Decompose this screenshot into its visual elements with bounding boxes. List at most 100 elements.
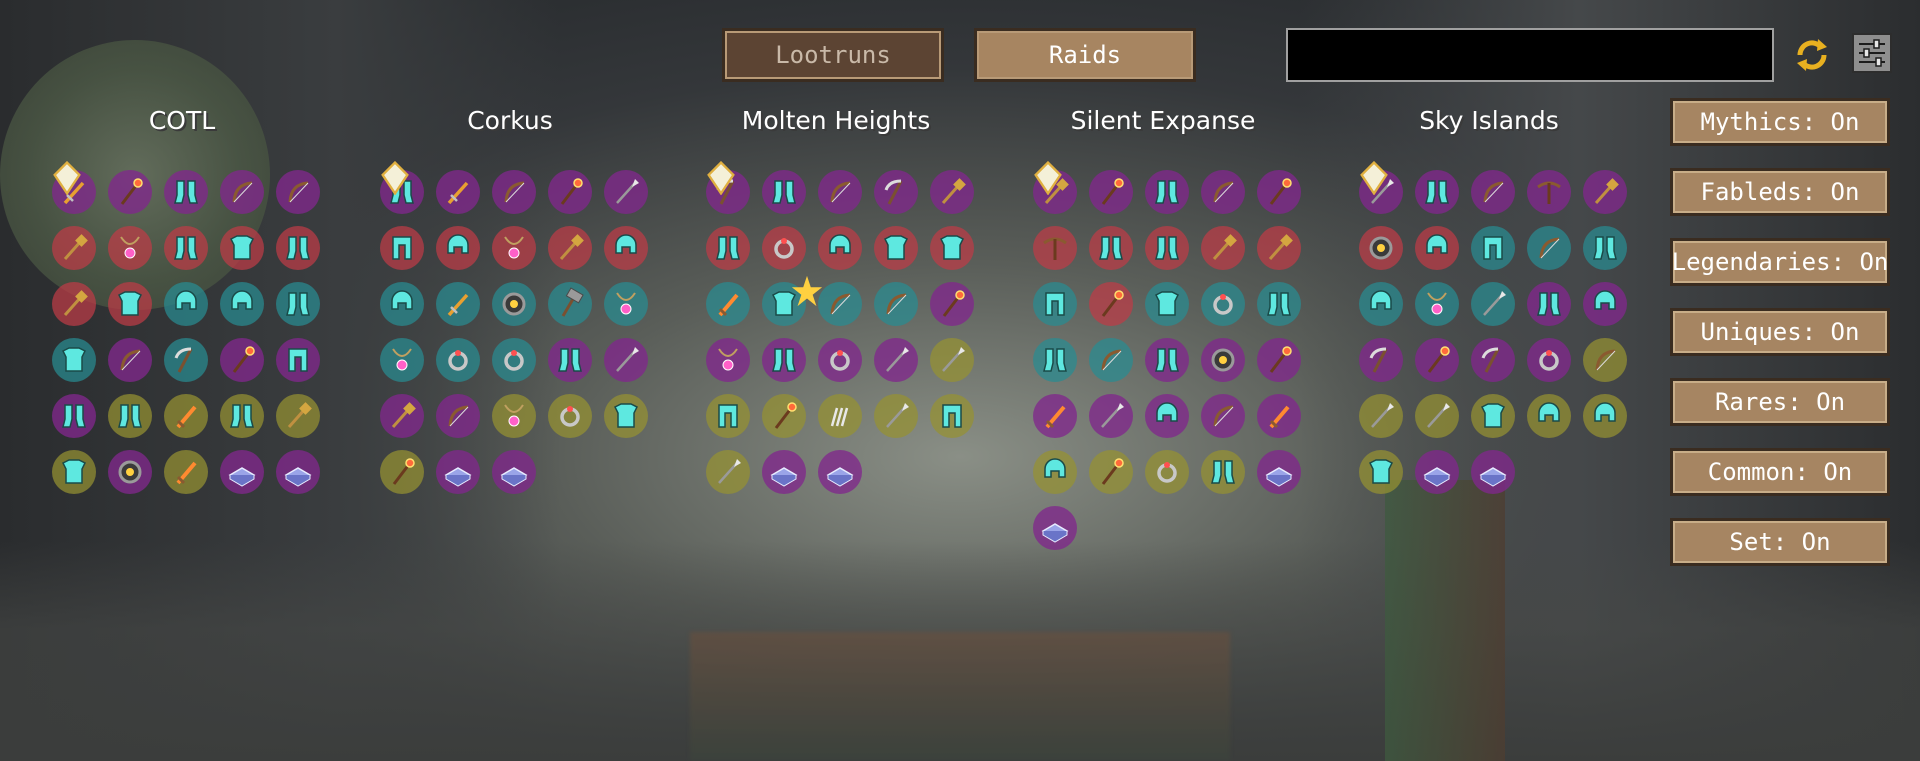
rarity-filter-toggle[interactable]: Uniques: On: [1670, 308, 1890, 356]
mythic-dagger-item[interactable]: [52, 161, 96, 214]
fabled-boots-item[interactable]: [164, 226, 208, 270]
mythic-tome-item[interactable]: [220, 450, 264, 494]
legendary-bow-item[interactable]: [874, 282, 918, 326]
fabled-boots-item[interactable]: [1089, 226, 1133, 270]
mythic-scythe-item[interactable]: [1471, 338, 1515, 382]
fabled-wand-item[interactable]: [1089, 282, 1133, 326]
mythic-tome-item[interactable]: [492, 450, 536, 494]
fabled-chestplate-item[interactable]: [220, 226, 264, 270]
legendary-ring-item[interactable]: [436, 338, 480, 382]
unique-wand-item[interactable]: [380, 450, 424, 494]
fabled-necklace-item[interactable]: [492, 226, 536, 270]
mythic-spear-item[interactable]: [604, 170, 648, 214]
unique-chestplate-item[interactable]: [1471, 394, 1515, 438]
unique-wand-item[interactable]: [762, 394, 806, 438]
mythic-tome-item[interactable]: [436, 450, 480, 494]
mythic-wand-item[interactable]: [930, 282, 974, 326]
mythic-bow-item[interactable]: [1201, 170, 1245, 214]
mythic-relik-item[interactable]: [1033, 161, 1077, 214]
mythic-bow-item[interactable]: [220, 170, 264, 214]
mythic-ring-item[interactable]: [818, 338, 862, 382]
mythic-spear-item[interactable]: [604, 338, 648, 382]
legendary-bow-item[interactable]: [1089, 338, 1133, 382]
legendary-leggings-item[interactable]: [1471, 226, 1515, 270]
mythic-relik-item[interactable]: [380, 394, 424, 438]
unique-sword-item[interactable]: [164, 394, 208, 438]
mythic-helmet-item[interactable]: [1583, 282, 1627, 326]
unique-leggings-item[interactable]: [930, 394, 974, 438]
fabled-relik-item[interactable]: [1201, 226, 1245, 270]
unique-helmet-item[interactable]: [1583, 394, 1627, 438]
unique-ring-item[interactable]: [548, 394, 592, 438]
tab-raids[interactable]: Raids: [974, 28, 1196, 82]
legendary-necklace-item[interactable]: [380, 338, 424, 382]
fabled-boots-item[interactable]: [1145, 226, 1189, 270]
mythic-bow-item[interactable]: [1201, 394, 1245, 438]
legendary-boots-item[interactable]: [276, 282, 320, 326]
legendary-ring-item[interactable]: [1201, 282, 1245, 326]
mythic-crossbow-item[interactable]: [1527, 170, 1571, 214]
mythic-boots-item[interactable]: [164, 170, 208, 214]
unique-helmet-item[interactable]: [1527, 394, 1571, 438]
legendary-leggings-item[interactable]: [1033, 282, 1077, 326]
unique-ring-item[interactable]: [1145, 450, 1189, 494]
legendary-hammer-item[interactable]: [548, 282, 592, 326]
fabled-necklace-item[interactable]: [108, 226, 152, 270]
mythic-bracelet-item[interactable]: [1201, 338, 1245, 382]
legendary-chestplate-item[interactable]: [52, 338, 96, 382]
unique-boots-item[interactable]: [108, 394, 152, 438]
filter-settings-button[interactable]: [1852, 33, 1892, 73]
mythic-boots-item[interactable]: [52, 394, 96, 438]
unique-chestplate-item[interactable]: [604, 394, 648, 438]
fabled-helmet-item[interactable]: [1415, 226, 1459, 270]
legendary-helmet-item[interactable]: [164, 282, 208, 326]
refresh-button[interactable]: [1790, 33, 1834, 77]
mythic-necklace-item[interactable]: [706, 338, 750, 382]
unique-helmet-item[interactable]: [1033, 450, 1077, 494]
mythic-wand-item[interactable]: [108, 170, 152, 214]
mythic-spear-item[interactable]: [1089, 394, 1133, 438]
unique-spear-item[interactable]: [930, 338, 974, 382]
fabled-helmet-item[interactable]: [818, 226, 862, 270]
unique-spear-item[interactable]: [1415, 394, 1459, 438]
legendary-boots-item[interactable]: [1257, 282, 1301, 326]
fabled-relik-item[interactable]: [52, 226, 96, 270]
legendary-boots-item[interactable]: [1583, 226, 1627, 270]
mythic-bracelet-item[interactable]: [108, 450, 152, 494]
legendary-necklace-item[interactable]: [604, 282, 648, 326]
legendary-boots-item[interactable]: [1033, 338, 1077, 382]
legendary-bracelet-item[interactable]: [492, 282, 536, 326]
tab-lootruns[interactable]: Lootruns: [722, 28, 944, 82]
mythic-boots-item[interactable]: [548, 338, 592, 382]
mythic-wand-item[interactable]: [1089, 170, 1133, 214]
unique-spear-item[interactable]: [874, 394, 918, 438]
fabled-relik-item[interactable]: [52, 282, 96, 326]
rarity-filter-toggle[interactable]: Mythics: On: [1670, 98, 1890, 146]
mythic-bow-item[interactable]: [492, 170, 536, 214]
mythic-bow-item[interactable]: [1471, 170, 1515, 214]
fabled-relik-item[interactable]: [1257, 226, 1301, 270]
unique-bow-item[interactable]: [1583, 338, 1627, 382]
legendary-bow-item[interactable]: [818, 282, 862, 326]
mythic-wand-item[interactable]: [220, 338, 264, 382]
legendary-chestplate-item[interactable]: [1145, 282, 1189, 326]
unique-spear-item[interactable]: [1359, 394, 1403, 438]
mythic-tome-item[interactable]: [276, 450, 320, 494]
legendary-necklace-item[interactable]: [1415, 282, 1459, 326]
fabled-helmet-item[interactable]: [604, 226, 648, 270]
mythic-boots-item[interactable]: [1145, 338, 1189, 382]
mythic-scythe-item[interactable]: [1359, 338, 1403, 382]
search-field[interactable]: [1286, 28, 1774, 82]
fabled-helmet-item[interactable]: [436, 226, 480, 270]
mythic-boots-item[interactable]: [1145, 170, 1189, 214]
legendary-bow-item[interactable]: [1527, 226, 1571, 270]
fabled-chestplate-item[interactable]: [108, 282, 152, 326]
mythic-tome-item[interactable]: [1415, 450, 1459, 494]
legendary-scythe-item[interactable]: [164, 338, 208, 382]
mythic-wand-item[interactable]: [548, 170, 592, 214]
legendary-chestplate-item[interactable]: [762, 275, 823, 326]
legendary-sword-item[interactable]: [706, 282, 750, 326]
mythic-boots-item[interactable]: [762, 170, 806, 214]
fabled-bracelet-item[interactable]: [1359, 226, 1403, 270]
mythic-wand-item[interactable]: [1415, 338, 1459, 382]
